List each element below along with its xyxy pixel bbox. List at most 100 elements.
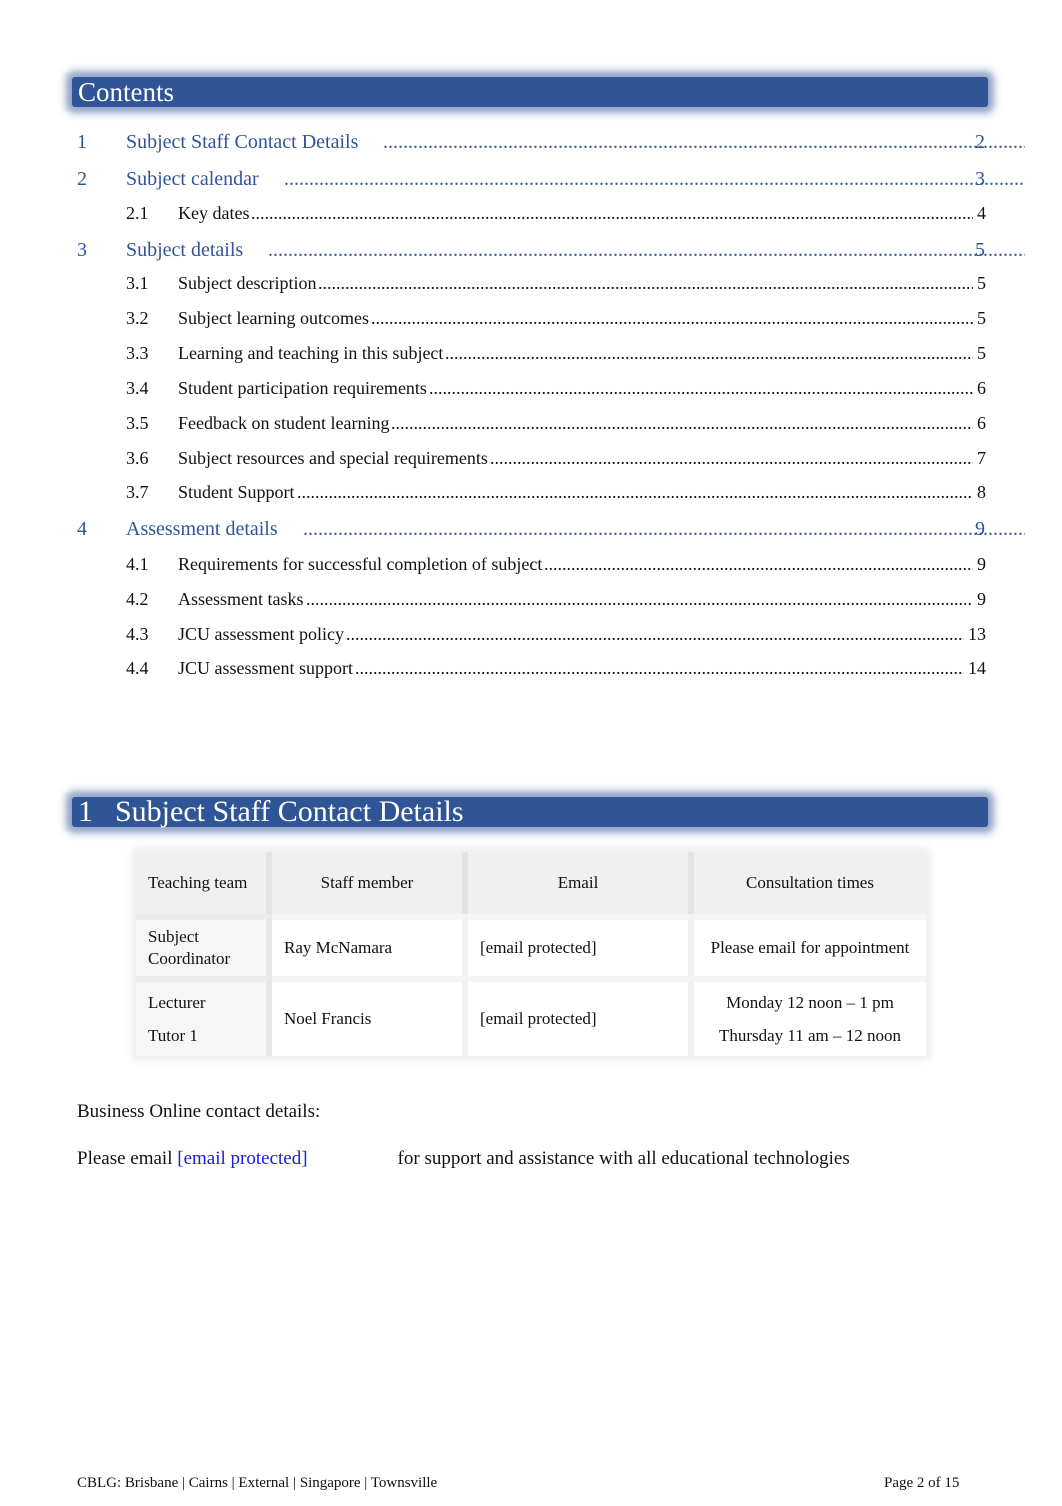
toc-entry[interactable]: 3.3 Learning and teaching in this subject… [0,343,1062,367]
toc-entry-page[interactable]: 5 [977,308,986,329]
toc-entry[interactable]: 4.1 Requirements for successful completio… [0,554,1062,578]
toc-entry-title[interactable]: Assessment tasks [178,589,304,610]
toc-entry-page[interactable]: 13 [968,624,986,645]
support-email-link[interactable]: [email protected] [177,1148,307,1169]
toc-dot-leader [490,448,973,469]
staff-cell: Ray McNamara [272,914,468,976]
toc-entry-title[interactable]: Key dates [178,203,249,224]
header-consultation-times: Consultation times [694,852,926,914]
toc-entry-number: 3 [77,239,87,261]
toc-entry[interactable]: 3.5 Feedback on student learning 6 [0,413,1062,437]
contents-heading: Contents [72,77,988,107]
toc-entry-number: 3.3 [126,343,149,363]
toc-dot-leader [346,624,964,645]
toc-entry[interactable]: 3.7 Student Support 8 [0,482,1062,506]
role-cell: Subject Coordinator [136,914,272,976]
toc-entry-number: 3.7 [126,482,149,502]
toc-dot-leader [297,482,973,503]
business-online-heading: Business Online contact details: [77,1101,321,1122]
toc-entry-page[interactable]: 5 [977,343,986,364]
table-header-row: Teaching team Staff member Email Consult… [136,852,926,914]
support-prefix: Please email [77,1148,178,1169]
toc-entry-title[interactable]: Student participation requirements [178,378,427,399]
toc-entry[interactable]: 3.2 Subject learning outcomes 5 [0,308,1062,332]
toc-entry-title[interactable]: Feedback on student learning [178,413,389,434]
toc-dot-leader [355,658,964,679]
toc-entry-title[interactable]: Subject calendar [126,168,259,191]
section-title: Subject Staff Contact Details [115,795,464,828]
toc-entry[interactable]: 3 Subject details 5 [0,239,1062,263]
staff-cell: Noel Francis [272,976,468,1056]
toc-entry[interactable]: 2 Subject calendar 3 [0,168,1062,192]
toc-dot-leader [429,378,973,399]
toc-entry-number: 2.1 [126,203,149,223]
toc-dot-leader [391,413,973,434]
table-row: Lecturer Tutor 1 Noel Francis [email pro… [136,976,926,1056]
toc-dot-leader [268,239,1025,262]
toc-entry-page[interactable]: 3 [975,168,985,191]
toc-entry-number: 3.2 [126,308,149,328]
consultation-cell: Monday 12 noon – 1 pm Thursday 11 am – 1… [694,976,926,1056]
toc-entry-page[interactable]: 9 [975,518,985,541]
toc-entry-title[interactable]: Subject learning outcomes [178,308,369,329]
support-suffix: for support and assistance with all educ… [397,1148,850,1169]
toc-entry-page[interactable]: 7 [977,448,986,469]
toc-entry-number: 4.2 [126,589,149,609]
toc-entry-number: 3.5 [126,413,149,433]
toc-entry-title[interactable]: JCU assessment policy [178,624,344,645]
toc-entry-number: 4.4 [126,658,149,678]
toc-entry[interactable]: 3.4 Student participation requirements 6 [0,378,1062,402]
toc-entry[interactable]: 4 Assessment details 9 [0,518,1062,542]
footer-campuses: CBLG: Brisbane | Cairns | External | Sin… [77,1475,438,1491]
toc-entry-page[interactable]: 5 [975,239,985,262]
consultation-cell: Please email for appointment [694,914,926,976]
toc-dot-leader [445,343,973,364]
toc-entry-title[interactable]: Subject resources and special requiremen… [178,448,488,469]
toc-entry-number: 4.3 [126,624,149,644]
toc-entry[interactable]: 4.3 JCU assessment policy 13 [0,624,1062,648]
role-lecturer: Lecturer [148,993,206,1012]
toc-entry-number: 4.1 [126,554,149,574]
toc-entry-page[interactable]: 9 [977,554,986,575]
toc-entry-title[interactable]: Learning and teaching in this subject [178,343,443,364]
toc-entry[interactable]: 3.1 Subject description 5 [0,273,1062,297]
toc-entry[interactable]: 2.1 Key dates 4 [0,203,1062,227]
toc-entry-page[interactable]: 2 [975,131,985,154]
email-cell[interactable]: [email protected] [468,976,694,1056]
toc-entry[interactable]: 4.4 JCU assessment support 14 [0,658,1062,682]
toc-entry[interactable]: 4.2 Assessment tasks 9 [0,589,1062,613]
toc-entry-title[interactable]: Assessment details [126,518,278,541]
toc-entry-page[interactable]: 5 [977,273,986,294]
role-tutor: Tutor 1 [148,1026,198,1045]
header-email: Email [468,852,694,914]
toc-entry-page[interactable]: 9 [977,589,986,610]
header-staff-member: Staff member [272,852,468,914]
toc-entry-title[interactable]: Subject description [178,273,316,294]
toc-dot-leader [251,203,973,224]
toc-entry-number: 4 [77,518,87,540]
toc-entry-title[interactable]: JCU assessment support [178,658,353,679]
consultation-time: Thursday 11 am – 12 noon [718,1026,902,1045]
footer-page-number: Page 2 of 15 [884,1475,960,1491]
toc-entry-title[interactable]: Subject Staff Contact Details [126,131,358,154]
toc-dot-leader [284,168,1025,191]
toc-entry-page[interactable]: 4 [977,203,986,224]
toc-dot-leader [383,131,1025,154]
section-heading: 1 Subject Staff Contact Details [72,795,988,828]
header-teaching-team: Teaching team [136,852,272,914]
toc-entry-page[interactable]: 6 [977,413,986,434]
toc-entry-page[interactable]: 14 [968,658,986,679]
consultation-time: Monday 12 noon – 1 pm [726,993,894,1012]
toc-dot-leader [303,518,1025,541]
toc-entry-title[interactable]: Requirements for successful completion o… [178,554,542,575]
toc-entry-number: 2 [77,168,87,190]
toc-entry-page[interactable]: 6 [977,378,986,399]
toc-entry-title[interactable]: Subject details [126,239,243,262]
email-cell[interactable]: [email protected] [468,914,694,976]
toc-entry[interactable]: 1 Subject Staff Contact Details 2 [0,131,1062,155]
toc-entry[interactable]: 3.6 Subject resources and special require… [0,448,1062,472]
toc-entry-title[interactable]: Student Support [178,482,295,503]
toc-entry-page[interactable]: 8 [977,482,986,503]
toc-dot-leader [318,273,973,294]
section-number: 1 [78,795,93,828]
